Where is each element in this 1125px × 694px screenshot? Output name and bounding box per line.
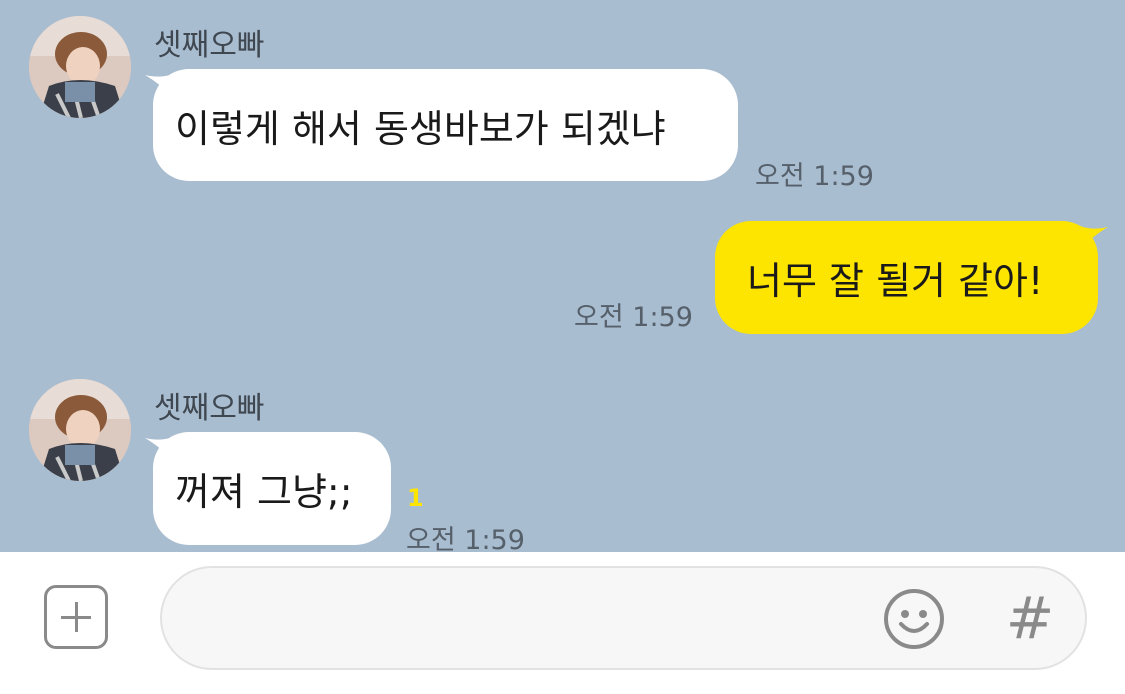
message-time: 오전 1:59 (406, 525, 525, 552)
unread-count: 1 (407, 484, 424, 512)
message-text: 꺼져 그냥;; (175, 470, 353, 514)
message-time: 오전 1:59 (574, 302, 693, 333)
sender-name: 셋째오빠 (154, 28, 265, 63)
message-time: 오전 1:59 (755, 161, 874, 192)
chat-area[interactable]: 셋째오빠 이렇게 해서 동생바보가 되겠냐 오전 1:59 오전 1:59 너무… (0, 0, 1125, 552)
message-bubble[interactable]: 너무 잘 될거 같아! (715, 221, 1098, 334)
plus-square-icon[interactable] (44, 585, 108, 649)
message-input-field[interactable] (160, 566, 1087, 670)
message-text: 이렇게 해서 동생바보가 되겠냐 (175, 106, 666, 151)
sender-avatar[interactable] (29, 16, 131, 118)
hashtag-icon[interactable]: # (1000, 582, 1060, 654)
message-input[interactable] (198, 588, 882, 650)
smiley-icon[interactable] (883, 588, 945, 650)
bubble-tail (1078, 225, 1108, 251)
sender-name: 셋째오빠 (154, 391, 265, 426)
sender-avatar[interactable] (29, 379, 131, 481)
message-bubble[interactable]: 꺼져 그냥;; (153, 432, 391, 545)
message-bubble[interactable]: 이렇게 해서 동생바보가 되겠냐 (153, 69, 738, 181)
message-text: 너무 잘 될거 같아! (747, 259, 1044, 303)
